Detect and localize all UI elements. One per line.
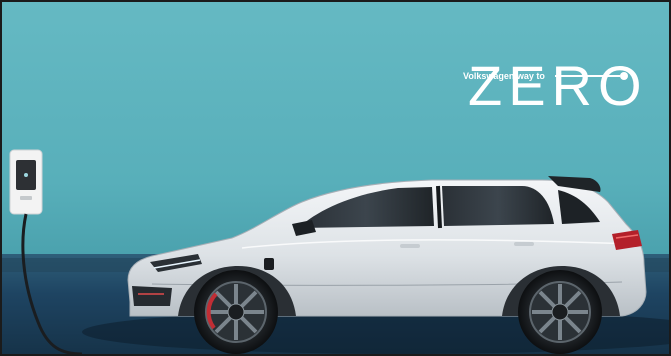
front-wheel <box>194 270 278 354</box>
image-frame: ZERO Volkswagen way to <box>0 0 671 356</box>
logo-dot <box>620 72 628 80</box>
logo-tagline: Volkswagen way to <box>463 71 545 81</box>
logo-word: ZERO <box>468 54 648 117</box>
charging-port <box>264 258 274 270</box>
zero-logo: ZERO Volkswagen way to <box>463 54 648 117</box>
rear-wheel <box>518 270 602 354</box>
ev-charging-scene: ZERO Volkswagen way to <box>2 2 669 354</box>
